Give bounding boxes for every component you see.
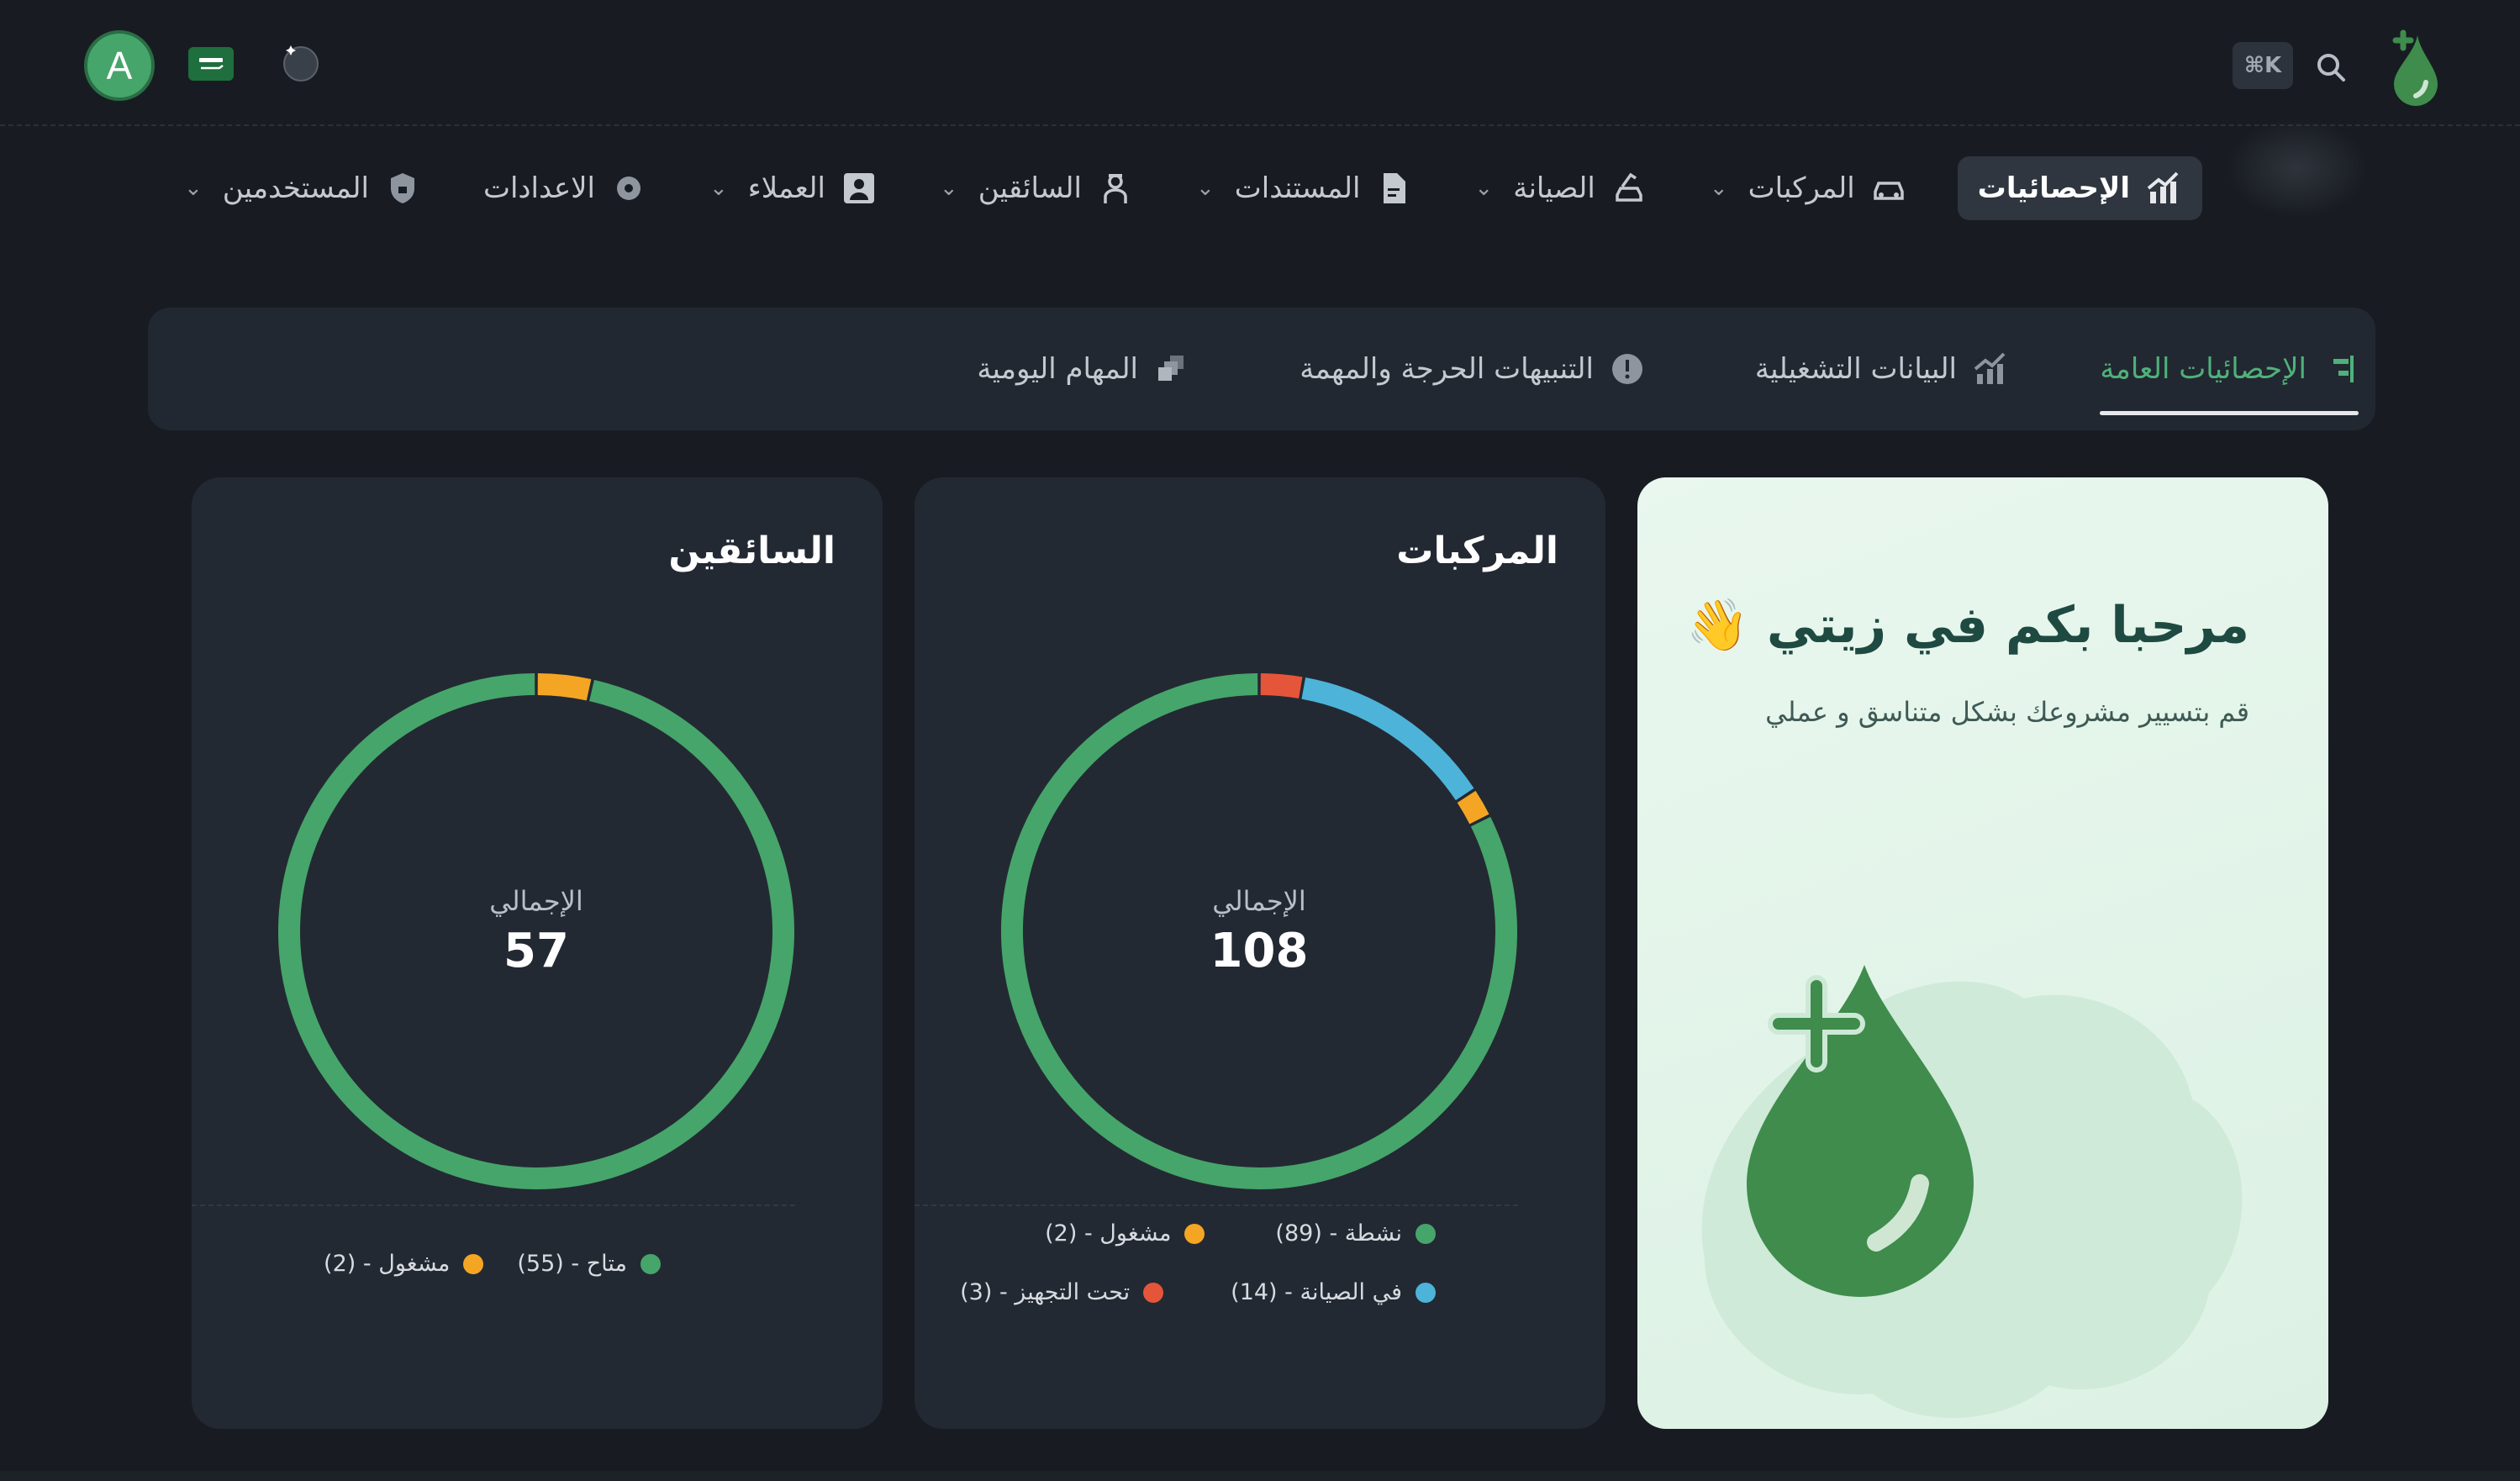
tab-daily-tasks[interactable]: المهام اليومية [977, 308, 1190, 430]
donut-center: الإجمالي 108 [999, 671, 1520, 1192]
total-label: الإجمالي [1212, 884, 1306, 917]
language-switcher[interactable] [188, 47, 234, 81]
card-title: المركبات [1396, 530, 1558, 572]
oil-drop-plus-logo[interactable] [2380, 25, 2448, 106]
legend-dot [1143, 1282, 1164, 1303]
legend-dot [641, 1253, 661, 1274]
saudi-flag-icon [199, 58, 224, 70]
driver-icon [1097, 170, 1134, 207]
nav-item-maintenance[interactable]: الصيانة ⌄ [1463, 156, 1658, 220]
legend-label: متاح - (55) [517, 1251, 627, 1277]
car-lift-icon [1611, 170, 1647, 207]
nav-label: الاعدادات [482, 171, 595, 205]
total-label: الإجمالي [489, 884, 583, 917]
drivers-card: السائقين الإجمالي 57 متاح - (55) مشغول -… [192, 477, 883, 1429]
welcome-subtitle: قم بتسيير مشروعك بشكل متناسق و عملي [1765, 696, 2249, 728]
legend-item-preparing: تحت التجهيز - (3) [960, 1279, 1164, 1305]
main-nav: الإحصائيات المركبات ⌄ الصيانة ⌄ المستندا… [172, 156, 2202, 220]
nav-label: المستندات [1234, 171, 1361, 205]
total-value: 57 [503, 923, 569, 978]
legend-label: مشغول - (2) [324, 1251, 451, 1277]
chart-icon [2145, 170, 2182, 207]
divider [915, 1204, 1518, 1206]
chevron-down-icon: ⌄ [183, 176, 203, 201]
nav-item-statistics[interactable]: الإحصائيات [1957, 156, 2202, 220]
user-icon [841, 170, 878, 207]
nav-label: السائقين [978, 171, 1082, 205]
welcome-card: مرحبا بكم في زيتي 👋 قم بتسيير مشروعك بشك… [1637, 477, 2328, 1429]
legend-item-available: متاح - (55) [517, 1251, 661, 1277]
tab-label: الإحصائيات العامة [2100, 352, 2306, 386]
legend-item-active: نشطة - (89) [1275, 1220, 1436, 1246]
nav-label: المركبات [1748, 171, 1855, 205]
legend-label: نشطة - (89) [1275, 1220, 1402, 1246]
welcome-title: مرحبا بكم في زيتي 👋 [1686, 596, 2249, 655]
chevron-down-icon: ⌄ [939, 176, 958, 201]
tab-critical-alerts[interactable]: التنبيهات الحرجة والمهمة [1300, 308, 1646, 430]
legend-dot [463, 1253, 484, 1274]
dashboard-tabs: الإحصائيات العامة البيانات التشغيلية الت… [148, 308, 2375, 430]
car-icon [1870, 170, 1907, 207]
nav-item-customers[interactable]: العملاء ⌄ [698, 156, 889, 220]
next-section-edge [0, 1471, 2520, 1481]
alert-icon [1609, 350, 1646, 387]
legend-label: في الصيانة - (14) [1231, 1279, 1402, 1305]
nav-item-settings[interactable]: الاعدادات [472, 156, 659, 220]
nav-item-vehicles[interactable]: المركبات ⌄ [1698, 156, 1919, 220]
divider [192, 1204, 795, 1206]
search-icon [2317, 54, 2345, 82]
total-value: 108 [1210, 923, 1309, 978]
legend-dot [1416, 1282, 1436, 1303]
avatar[interactable]: A [84, 30, 155, 101]
chevron-down-icon: ⌄ [1709, 176, 1728, 201]
nav-item-users[interactable]: المستخدمين ⌄ [172, 156, 433, 220]
tab-operational-data[interactable]: البيانات التشغيلية [1755, 308, 2009, 430]
bar-chart-icon [2322, 350, 2359, 387]
vehicles-card: المركبات الإجمالي 108 نشطة - (89) مشغول … [915, 477, 1605, 1429]
donut-center: الإجمالي 57 [276, 671, 797, 1192]
legend-row: متاح - (55) مشغول - (2) [324, 1251, 661, 1277]
tab-label: التنبيهات الحرجة والمهمة [1300, 352, 1594, 386]
moon-icon [283, 45, 319, 82]
nav-label: الصيانة [1513, 171, 1595, 205]
legend-dot [1416, 1223, 1436, 1244]
top-bar: ⌘K A [0, 0, 2520, 126]
legend-label: مشغول - (2) [1045, 1220, 1172, 1246]
search-button[interactable] [2310, 46, 2352, 88]
legend-dot [1184, 1223, 1205, 1244]
nav-item-drivers[interactable]: السائقين ⌄ [928, 156, 1146, 220]
nav-label: الإحصائيات [1977, 171, 2130, 205]
document-icon [1375, 170, 1412, 207]
trend-chart-icon [1972, 350, 2009, 387]
legend-item-busy: مشغول - (2) [1045, 1220, 1205, 1246]
gear-icon [610, 170, 647, 207]
legend-item-busy: مشغول - (2) [324, 1251, 484, 1277]
legend-row: في الصيانة - (14) تحت التجهيز - (3) [960, 1279, 1436, 1305]
nav-label: العملاء [747, 171, 825, 205]
theme-toggle[interactable] [277, 40, 321, 84]
search-shortcut-badge: ⌘K [2233, 42, 2293, 89]
shield-icon [384, 170, 421, 207]
tab-label: المهام اليومية [977, 352, 1138, 386]
chevron-down-icon: ⌄ [709, 176, 728, 201]
legend-row: نشطة - (89) مشغول - (2) [1045, 1220, 1436, 1246]
blurred-area [2226, 118, 2369, 219]
card-title: السائقين [668, 530, 836, 572]
legend-item-maintenance: في الصيانة - (14) [1231, 1279, 1436, 1305]
nav-label: المستخدمين [222, 171, 369, 205]
tab-label: البيانات التشغيلية [1754, 352, 1957, 386]
chevron-down-icon: ⌄ [1196, 176, 1215, 201]
chevron-down-icon: ⌄ [1474, 176, 1494, 201]
nav-item-documents[interactable]: المستندات ⌄ [1184, 156, 1424, 220]
stack-icon [1153, 350, 1190, 387]
tab-general-statistics[interactable]: الإحصائيات العامة [2100, 308, 2359, 430]
legend-label: تحت التجهيز - (3) [960, 1279, 1131, 1305]
oil-drop-illustration [1701, 965, 2243, 1418]
